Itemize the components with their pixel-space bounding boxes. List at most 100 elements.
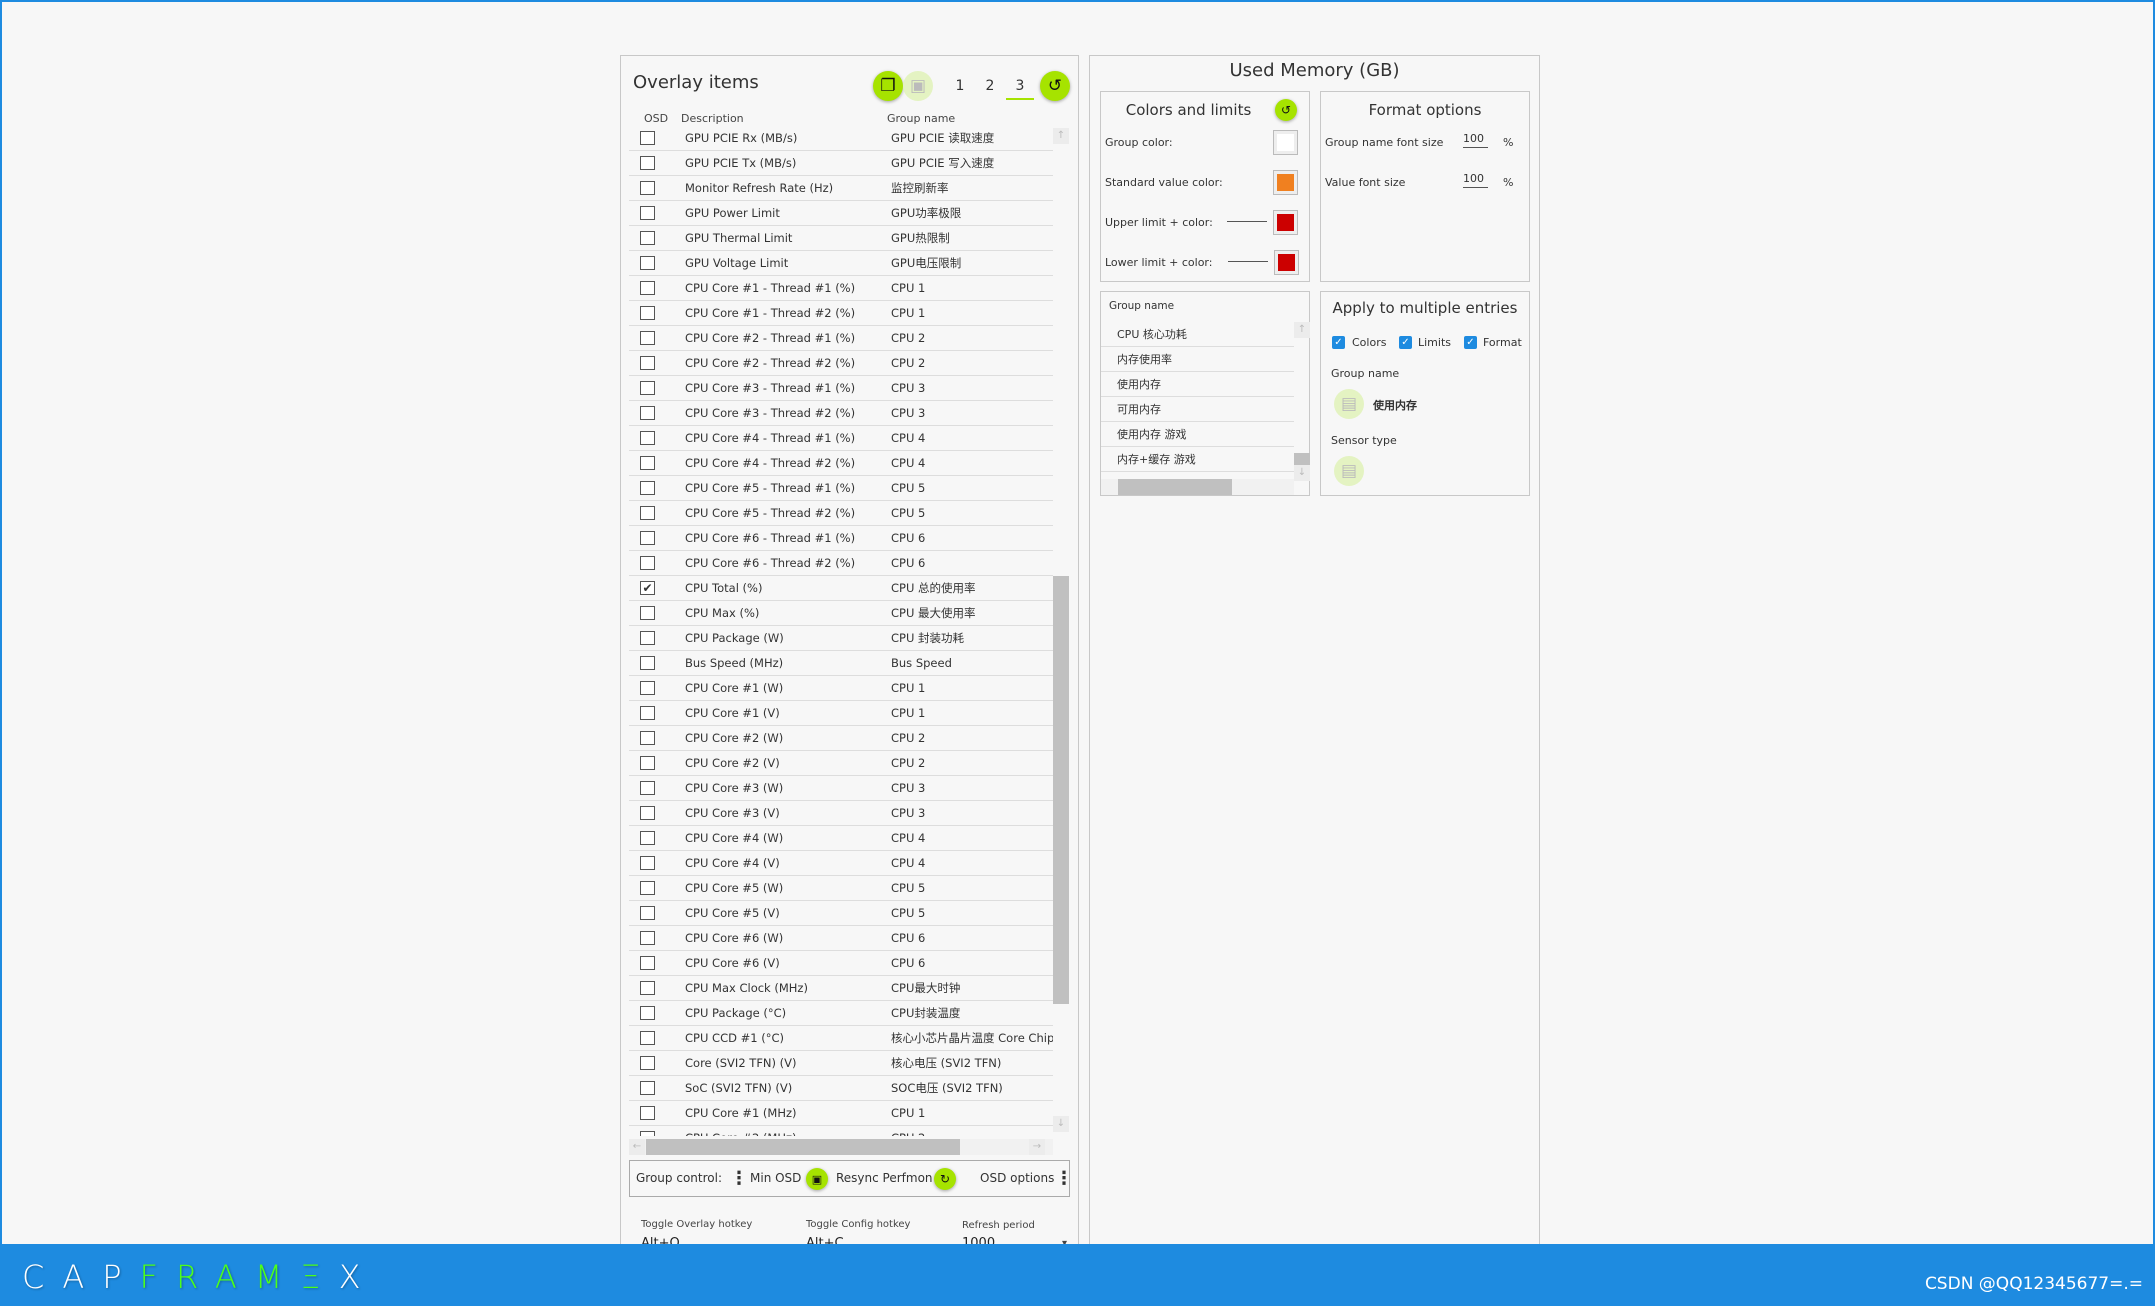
table-row[interactable]: GPU Thermal Limit GPU热限制 [629, 226, 1053, 251]
table-row[interactable]: CPU Package (W) CPU 封装功耗 [629, 626, 1053, 651]
table-row[interactable]: CPU Core #2 - Thread #2 (%) CPU 2 [629, 351, 1053, 376]
osd-checkbox[interactable] [640, 256, 655, 270]
row-group-name[interactable]: CPU 1 [891, 701, 1053, 726]
tab-3[interactable]: 3 [1006, 72, 1034, 100]
table-row[interactable]: CPU Max (%) CPU 最大使用率 [629, 601, 1053, 626]
osd-checkbox[interactable] [640, 731, 655, 745]
osd-checkbox[interactable] [640, 556, 655, 570]
row-group-name[interactable]: CPU 5 [891, 501, 1053, 526]
osd-checkbox[interactable] [640, 181, 655, 195]
osd-checkbox[interactable] [640, 906, 655, 920]
row-group-name[interactable]: CPU最大时钟 [891, 976, 1053, 1001]
osd-checkbox[interactable] [640, 481, 655, 495]
osd-checkbox[interactable] [640, 931, 655, 945]
row-group-name[interactable]: CPU 总的使用率 [891, 576, 1053, 601]
row-group-name[interactable]: CPU 5 [891, 876, 1053, 901]
row-group-name[interactable]: CPU 最大使用率 [891, 601, 1053, 626]
column-osd[interactable]: OSD [644, 112, 668, 125]
row-group-name[interactable]: CPU 4 [891, 826, 1053, 851]
row-group-name[interactable]: GPU功率极限 [891, 201, 1053, 226]
format-checkbox[interactable]: ✓ [1464, 336, 1477, 349]
table-row[interactable]: CPU Core #1 - Thread #1 (%) CPU 1 [629, 276, 1053, 301]
row-group-name[interactable]: GPU PCIE 写入速度 [891, 151, 1053, 176]
osd-checkbox[interactable] [640, 831, 655, 845]
horizontal-scrollbar[interactable]: ← → [629, 1139, 1053, 1155]
table-row[interactable]: CPU CCD #1 (°C) 核心小芯片晶片温度 Core Chipl [629, 1026, 1053, 1051]
table-row[interactable]: GPU Power Limit GPU功率极限 [629, 201, 1053, 226]
save-button[interactable]: ▣ [903, 71, 933, 101]
table-row[interactable]: CPU Core #2 (V) CPU 2 [629, 751, 1053, 776]
table-row[interactable]: CPU Core #2 (W) CPU 2 [629, 726, 1053, 751]
list-item[interactable]: 使用内存 [1101, 372, 1294, 397]
reset-button[interactable]: ↺ [1040, 71, 1070, 101]
scroll-thumb[interactable] [1053, 576, 1069, 1004]
osd-checkbox[interactable] [640, 756, 655, 770]
apply-group-name-button[interactable]: ▤ [1334, 389, 1364, 419]
table-row[interactable]: CPU Core #6 (V) CPU 6 [629, 951, 1053, 976]
table-row[interactable]: CPU Core #5 - Thread #1 (%) CPU 5 [629, 476, 1053, 501]
osd-checkbox[interactable] [640, 1106, 655, 1120]
list-item[interactable]: CPU 核心功耗 [1101, 322, 1294, 347]
value-font-size-input[interactable]: 100 [1463, 172, 1488, 188]
row-group-name[interactable]: CPU 3 [891, 801, 1053, 826]
table-row[interactable]: CPU Core #3 (V) CPU 3 [629, 801, 1053, 826]
table-row[interactable]: CPU Core #5 (W) CPU 5 [629, 876, 1053, 901]
osd-checkbox[interactable] [640, 1131, 655, 1136]
row-group-name[interactable]: CPU 6 [891, 951, 1053, 976]
table-row[interactable]: CPU Core #5 (V) CPU 5 [629, 901, 1053, 926]
row-group-name[interactable]: CPU 6 [891, 926, 1053, 951]
h-scroll-thumb[interactable] [646, 1139, 960, 1155]
group-font-size-input[interactable]: 100 [1463, 132, 1488, 148]
row-group-name[interactable]: CPU 1 [891, 1101, 1053, 1126]
scroll-down-icon[interactable]: ↓ [1294, 465, 1310, 481]
osd-checkbox[interactable] [640, 1031, 655, 1045]
table-row[interactable]: CPU Max Clock (MHz) CPU最大时钟 [629, 976, 1053, 1001]
copy-button[interactable]: ❐ [873, 71, 903, 101]
table-row[interactable]: GPU PCIE Tx (MB/s) GPU PCIE 写入速度 [629, 151, 1053, 176]
row-group-name[interactable]: CPU 4 [891, 851, 1053, 876]
table-row[interactable]: ✔ CPU Total (%) CPU 总的使用率 [629, 576, 1053, 601]
osd-checkbox[interactable] [640, 881, 655, 895]
osd-checkbox[interactable] [640, 956, 655, 970]
list-item[interactable]: 内存使用率 [1101, 347, 1294, 372]
table-row[interactable]: CPU Package (°C) CPU封装温度 [629, 1001, 1053, 1026]
osd-checkbox[interactable] [640, 381, 655, 395]
row-group-name[interactable]: Bus Speed [891, 651, 1053, 676]
row-group-name[interactable]: 监控刷新率 [891, 176, 1053, 201]
limits-checkbox[interactable]: ✓ [1399, 336, 1412, 349]
row-group-name[interactable]: CPU 封装功耗 [891, 626, 1053, 651]
list-item[interactable]: 内存+缓存 游戏 [1101, 447, 1294, 472]
row-group-name[interactable]: CPU 4 [891, 426, 1053, 451]
standard-color-swatch[interactable] [1273, 170, 1298, 195]
osd-checkbox[interactable] [640, 281, 655, 295]
table-row[interactable]: CPU Core #2 - Thread #1 (%) CPU 2 [629, 326, 1053, 351]
table-row[interactable]: CPU Core #1 (V) CPU 1 [629, 701, 1053, 726]
osd-checkbox[interactable] [640, 406, 655, 420]
row-group-name[interactable]: CPU 5 [891, 476, 1053, 501]
table-row[interactable]: CPU Core #2 (MHz) CPU 2 [629, 1126, 1053, 1136]
osd-checkbox[interactable] [640, 531, 655, 545]
osd-checkbox[interactable] [640, 606, 655, 620]
row-group-name[interactable]: SOC电压 (SVI2 TFN) [891, 1076, 1053, 1101]
table-row[interactable]: SoC (SVI2 TFN) (V) SOC电压 (SVI2 TFN) [629, 1076, 1053, 1101]
table-row[interactable]: CPU Core #6 - Thread #2 (%) CPU 6 [629, 551, 1053, 576]
osd-checkbox[interactable] [640, 456, 655, 470]
horizontal-scrollbar[interactable] [1101, 479, 1294, 495]
table-row[interactable]: CPU Core #3 - Thread #2 (%) CPU 3 [629, 401, 1053, 426]
osd-checkbox[interactable] [640, 981, 655, 995]
group-control-menu-icon[interactable]: ⋮ [730, 1161, 748, 1196]
lower-color-swatch[interactable] [1274, 250, 1299, 275]
osd-checkbox[interactable] [640, 1006, 655, 1020]
osd-checkbox[interactable] [640, 431, 655, 445]
osd-checkbox[interactable] [640, 1081, 655, 1095]
upper-color-swatch[interactable] [1273, 210, 1298, 235]
h-scroll-thumb[interactable] [1118, 479, 1232, 495]
column-group-name[interactable]: Group name [887, 112, 955, 125]
osd-checkbox[interactable] [640, 156, 655, 170]
row-group-name[interactable]: CPU 2 [891, 326, 1053, 351]
table-row[interactable]: Core (SVI2 TFN) (V) 核心电压 (SVI2 TFN) [629, 1051, 1053, 1076]
osd-checkbox[interactable] [640, 306, 655, 320]
osd-checkbox[interactable] [640, 206, 655, 220]
row-group-name[interactable]: CPU 2 [891, 751, 1053, 776]
row-group-name[interactable]: 核心电压 (SVI2 TFN) [891, 1051, 1053, 1076]
